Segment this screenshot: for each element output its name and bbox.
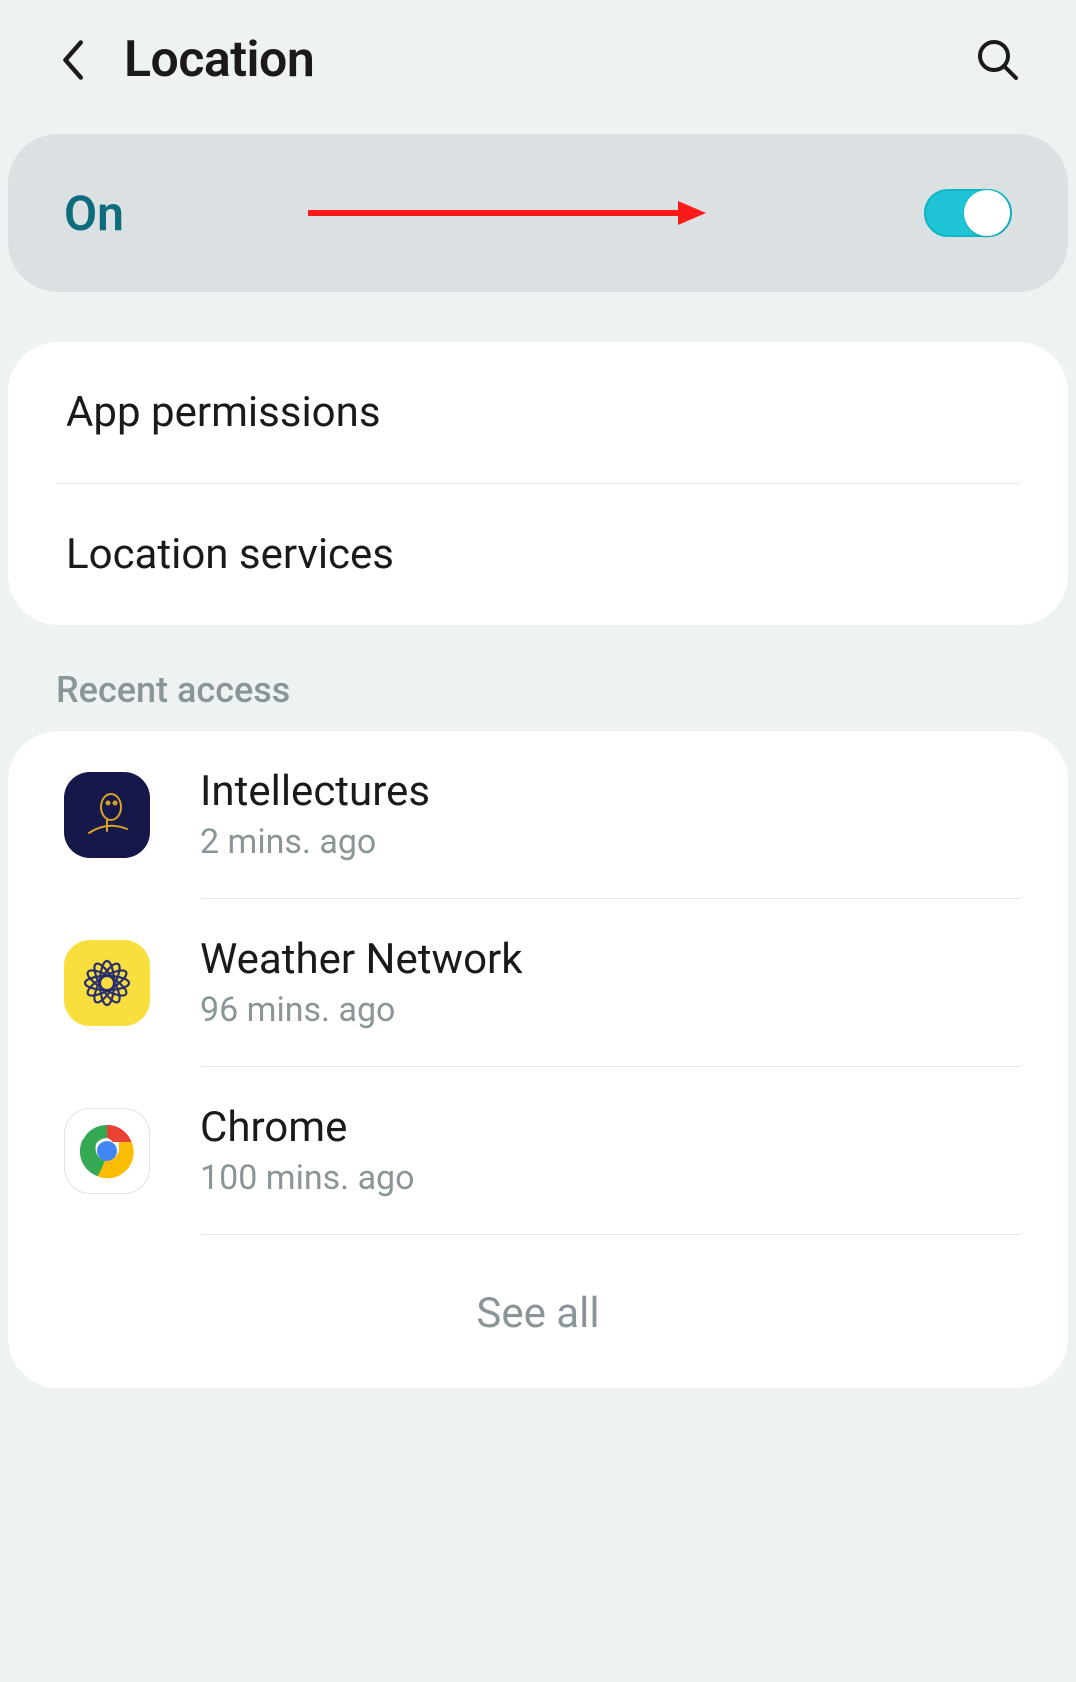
- recent-app-time: 2 mins. ago: [200, 822, 1012, 862]
- recent-app-time: 100 mins. ago: [200, 1158, 1012, 1198]
- see-all-button[interactable]: See all: [8, 1245, 1068, 1358]
- recent-item-text: Weather Network 96 mins. ago: [200, 935, 1012, 1030]
- recent-app-name: Weather Network: [200, 935, 1012, 984]
- recent-item-text: Intellectures 2 mins. ago: [200, 767, 1012, 862]
- search-button[interactable]: [970, 32, 1026, 88]
- intellectures-icon: [64, 772, 150, 858]
- recent-app-name: Intellectures: [200, 767, 1012, 816]
- header-bar: Location: [0, 0, 1076, 120]
- recent-app-name: Chrome: [200, 1103, 1012, 1152]
- recent-access-header: Recent access: [0, 625, 1076, 731]
- divider: [202, 1066, 1020, 1067]
- options-card: App permissions Location services: [8, 342, 1068, 625]
- divider: [202, 898, 1020, 899]
- app-permissions-item[interactable]: App permissions: [8, 342, 1068, 483]
- location-toggle-label: On: [64, 185, 924, 242]
- location-toggle-card[interactable]: On: [8, 134, 1068, 292]
- location-services-item[interactable]: Location services: [8, 484, 1068, 625]
- back-button[interactable]: [50, 38, 94, 82]
- recent-item-text: Chrome 100 mins. ago: [200, 1103, 1012, 1198]
- recent-app-time: 96 mins. ago: [200, 990, 1012, 1030]
- chevron-left-icon: [57, 38, 87, 82]
- search-icon: [974, 36, 1022, 84]
- page-title: Location: [124, 31, 970, 89]
- divider: [202, 1234, 1020, 1235]
- recent-access-card: Intellectures 2 mins. ago Weather Networ…: [8, 731, 1068, 1388]
- recent-item-weather[interactable]: Weather Network 96 mins. ago: [8, 909, 1068, 1056]
- weather-network-icon: [64, 940, 150, 1026]
- recent-item-intellectures[interactable]: Intellectures 2 mins. ago: [8, 741, 1068, 888]
- recent-item-chrome[interactable]: Chrome 100 mins. ago: [8, 1077, 1068, 1224]
- chrome-icon: [64, 1108, 150, 1194]
- location-switch[interactable]: [924, 189, 1012, 237]
